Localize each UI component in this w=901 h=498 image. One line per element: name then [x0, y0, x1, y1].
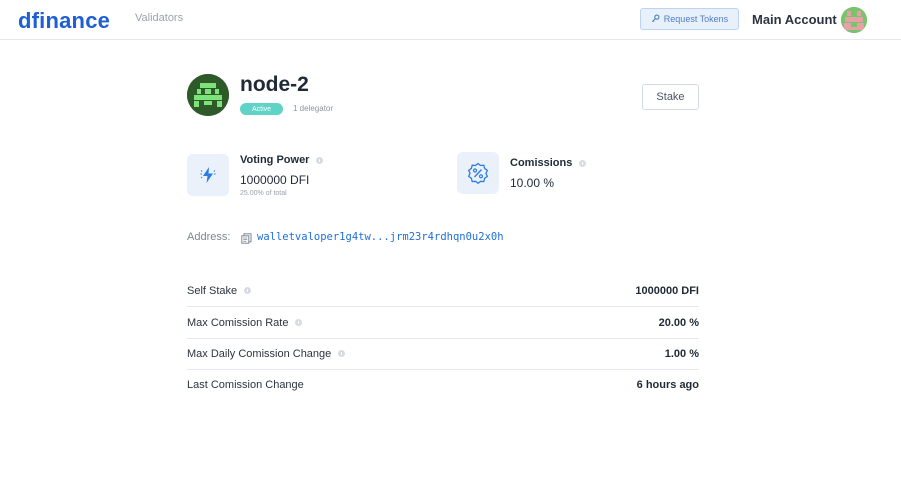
row-label-wrap: Last Comission Change	[187, 379, 304, 391]
stake-button[interactable]: Stake	[642, 84, 699, 110]
row-label-wrap: Self Stake	[187, 284, 252, 297]
node-avatar	[187, 74, 229, 116]
delegator-count: 1 delegator	[293, 104, 334, 113]
nav-validators-link[interactable]: Validators	[135, 12, 183, 24]
request-tokens-label: Request Tokens	[663, 14, 729, 24]
info-icon[interactable]	[579, 159, 587, 167]
validator-address-link[interactable]: walletvaloper1g4tw...jrm23r4rdhqn0u2x0h	[257, 231, 504, 243]
detail-row-max-commission-rate: Max Comission Rate 20.00 %	[187, 307, 699, 339]
node-title: node-2	[240, 73, 309, 96]
voting-power-value: 1000000 DFI	[240, 173, 310, 187]
max-daily-change-label: Max Daily Comission Change	[187, 347, 332, 360]
max-commission-rate-value: 20.00 %	[658, 316, 699, 329]
voting-power-label: Voting Power	[240, 154, 310, 166]
max-daily-change-value: 1.00 %	[664, 347, 699, 360]
key-icon	[651, 14, 660, 25]
commissions-title: Comissions	[510, 157, 587, 169]
address-label: Address:	[187, 231, 231, 243]
detail-row-max-daily-change: Max Daily Comission Change 1.00 %	[187, 338, 699, 370]
dfinance-logo[interactable]: dfinance	[18, 8, 110, 34]
max-commission-rate-label: Max Comission Rate	[187, 316, 289, 329]
detail-row-last-commission-change: Last Comission Change 6 hours ago	[187, 369, 699, 401]
lightning-icon	[187, 154, 229, 196]
account-avatar[interactable]	[841, 7, 867, 33]
row-label-wrap: Max Comission Rate	[187, 316, 303, 329]
info-icon[interactable]	[316, 156, 324, 164]
row-label-wrap: Max Daily Comission Change	[187, 347, 346, 360]
top-navbar: dfinance Validators Request Tokens Main …	[0, 0, 901, 40]
last-commission-change-value: 6 hours ago	[636, 379, 699, 391]
voting-power-percent: 25.00% of total	[240, 190, 287, 197]
copy-icon[interactable]	[241, 231, 252, 244]
last-commission-change-label: Last Comission Change	[187, 379, 304, 391]
status-badge: Active	[240, 103, 283, 115]
commissions-value: 10.00 %	[510, 176, 555, 190]
info-icon[interactable]	[244, 287, 252, 294]
account-name[interactable]: Main Account	[752, 12, 837, 27]
percent-badge-icon	[457, 152, 499, 194]
info-icon[interactable]	[295, 319, 303, 326]
voting-power-title: Voting Power	[240, 154, 324, 166]
request-tokens-button[interactable]: Request Tokens	[640, 8, 739, 30]
detail-row-self-stake: Self Stake 1000000 DFI	[187, 275, 699, 307]
self-stake-label: Self Stake	[187, 284, 238, 297]
info-icon[interactable]	[338, 350, 346, 357]
self-stake-value: 1000000 DFI	[635, 284, 699, 297]
commissions-label: Comissions	[510, 157, 573, 169]
